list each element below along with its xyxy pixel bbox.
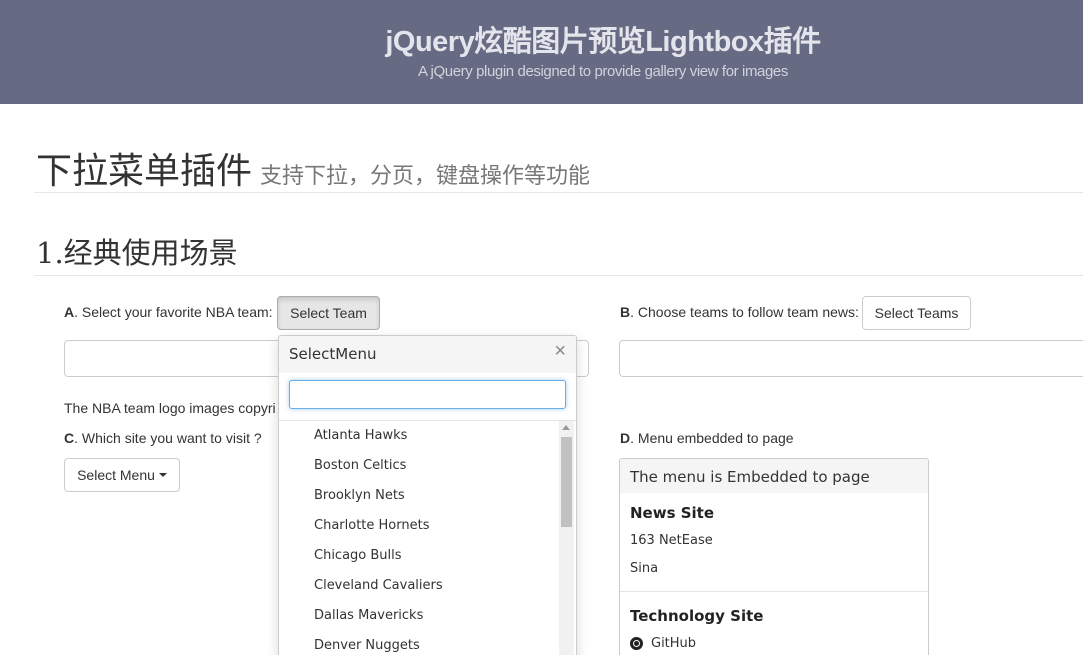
page-title-text: 下拉菜单插件 [36, 151, 253, 192]
banner-title: jQuery炫酷图片预览Lightbox插件 [385, 26, 821, 58]
section-c-label: C. Which site you want to visit ? [64, 430, 262, 446]
select-teams-button[interactable]: Select Teams [862, 296, 971, 330]
section-d-label: D. Menu embedded to page [620, 430, 794, 446]
menu-item-163[interactable]: 163 NetEase [630, 533, 713, 548]
section-a-label: A. Select your favorite NBA team: [64, 304, 273, 320]
menu-item-sina[interactable]: Sina [630, 561, 658, 576]
group-title-tech: Technology Site [630, 607, 764, 625]
scroll-thumb[interactable] [561, 437, 572, 527]
list-item[interactable]: Charlotte Hornets [279, 511, 561, 541]
divider [620, 591, 928, 592]
list-item[interactable]: Atlanta Hawks [279, 421, 561, 451]
banner-subtitle: A jQuery plugin designed to provide gall… [418, 63, 788, 80]
popup-header: SelectMenu × [279, 336, 576, 373]
menu-item-github[interactable]: GitHub [630, 636, 696, 651]
scrollbar[interactable] [559, 421, 574, 655]
list-item[interactable]: Chicago Bulls [279, 541, 561, 571]
list-item[interactable]: Boston Celtics [279, 451, 561, 481]
scroll-up-icon[interactable] [562, 425, 570, 430]
section-title: 1.经典使用场景 [36, 236, 238, 270]
list-item[interactable]: Dallas Mavericks [279, 601, 561, 631]
selected-teams-field[interactable] [619, 340, 1083, 377]
list-item[interactable]: Denver Nuggets [279, 631, 561, 655]
section-b-label: B. Choose teams to follow team news: [620, 304, 859, 320]
select-menu-label: Select Menu [77, 467, 155, 483]
select-team-button[interactable]: Select Team [277, 296, 380, 330]
caret-down-icon [158, 473, 167, 477]
select-menu-button[interactable]: Select Menu [64, 458, 180, 492]
group-title-news: News Site [630, 504, 715, 522]
list-item[interactable]: Cleveland Cavaliers [279, 571, 561, 601]
list-item[interactable]: Brooklyn Nets [279, 481, 561, 511]
search-input[interactable] [289, 380, 566, 409]
popup-title: SelectMenu [289, 345, 377, 363]
divider [34, 275, 1083, 276]
embedded-menu-header: The menu is Embedded to page [620, 459, 928, 493]
embedded-menu: The menu is Embedded to page News Site 1… [619, 458, 929, 655]
page-title: 下拉菜单插件 支持下拉，分页，键盘操作等功能 [36, 142, 590, 194]
team-list: Atlanta Hawks Boston Celtics Brooklyn Ne… [279, 421, 561, 655]
page-title-small: 支持下拉，分页，键盘操作等功能 [260, 164, 591, 189]
github-icon [630, 637, 643, 650]
divider [34, 192, 1083, 193]
close-icon[interactable]: × [554, 341, 566, 361]
header-banner: jQuery炫酷图片预览Lightbox插件 A jQuery plugin d… [0, 0, 1083, 104]
copyright-note: The NBA team logo images copyri [64, 400, 276, 416]
select-menu-popup: SelectMenu × Atlanta Hawks Boston Celtic… [278, 335, 577, 655]
